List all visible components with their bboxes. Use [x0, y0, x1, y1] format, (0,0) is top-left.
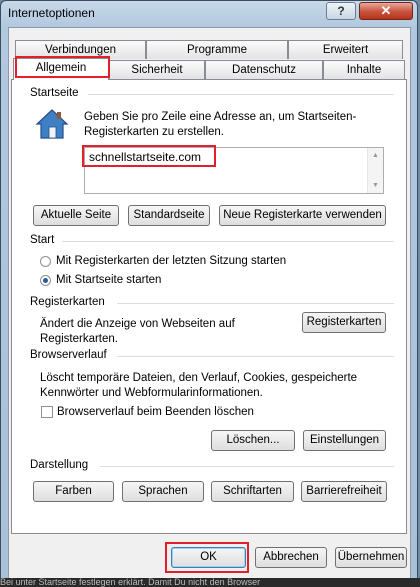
title-bar[interactable]: Internetoptionen ? ✕ — [1, 1, 417, 27]
delete-history-button[interactable]: Löschen... — [211, 430, 295, 451]
divider — [100, 466, 394, 467]
browserverlauf-description: Löscht temporäre Dateien, den Verlauf, C… — [40, 372, 358, 399]
history-settings-button[interactable]: Einstellungen — [303, 430, 386, 451]
tabs-settings-button[interactable]: Registerkarten — [302, 312, 386, 333]
divider — [62, 241, 394, 242]
divider — [88, 94, 394, 95]
divider — [117, 356, 394, 357]
section-heading-startseite: Startseite — [30, 87, 79, 99]
default-page-button[interactable]: Standardseite — [128, 205, 210, 226]
window-title: Internetoptionen — [8, 6, 95, 20]
divider — [117, 303, 394, 304]
ok-button[interactable]: OK — [171, 547, 246, 568]
tab-verbindungen[interactable]: Verbindungen — [15, 40, 146, 59]
home-icon — [35, 109, 69, 139]
radio-homepage-label[interactable]: Mit Startseite starten — [56, 273, 161, 288]
current-page-button[interactable]: Aktuelle Seite — [33, 205, 119, 226]
tab-inhalte[interactable]: Inhalte — [323, 60, 405, 79]
scroll-down-arrow-icon[interactable]: ▼ — [368, 178, 383, 193]
help-button[interactable]: ? — [326, 2, 356, 20]
homepage-url-value: schnellstartseite.com — [89, 150, 202, 164]
tab-datenschutz[interactable]: Datenschutz — [205, 60, 323, 79]
tab-sicherheit[interactable]: Sicherheit — [109, 60, 205, 79]
radio-homepage[interactable] — [40, 275, 51, 286]
radio-last-session-label[interactable]: Mit Registerkarten der letzten Sitzung s… — [56, 254, 286, 269]
section-heading-darstellung: Darstellung — [30, 459, 89, 471]
textarea-scrollbar[interactable]: ▲ ▼ — [367, 148, 383, 193]
scroll-up-arrow-icon[interactable]: ▲ — [368, 148, 383, 163]
delete-on-exit-label[interactable]: Browserverlauf beim Beenden löschen — [57, 405, 254, 420]
accessibility-button[interactable]: Barrierefreiheit — [301, 481, 387, 502]
section-heading-browserverlauf: Browserverlauf — [30, 349, 107, 361]
tab-erweitert[interactable]: Erweitert — [288, 40, 403, 59]
section-heading-registerkarten: Registerkarten — [30, 296, 105, 308]
section-heading-start: Start — [30, 234, 55, 246]
new-tab-button[interactable]: Neue Registerkarte verwenden — [219, 205, 386, 226]
fonts-button[interactable]: Schriftarten — [211, 481, 294, 502]
registerkarten-description: Ändert die Anzeige von Webseiten auf Reg… — [40, 318, 235, 345]
startseite-description: Geben Sie pro Zeile eine Adresse an, um … — [84, 111, 357, 138]
close-button[interactable]: ✕ — [359, 2, 413, 20]
delete-on-exit-checkbox[interactable] — [41, 406, 53, 418]
colors-button[interactable]: Farben — [33, 481, 114, 502]
cancel-button[interactable]: Abbrechen — [255, 547, 327, 568]
radio-last-session[interactable] — [40, 256, 51, 267]
tab-programme[interactable]: Programme — [146, 40, 288, 59]
languages-button[interactable]: Sprachen — [122, 481, 204, 502]
background-page-text: Bei unter Startseite festlegen erklärt. … — [0, 578, 420, 587]
tab-allgemein[interactable]: Allgemein — [13, 58, 109, 80]
apply-button[interactable]: Übernehmen — [335, 547, 407, 568]
